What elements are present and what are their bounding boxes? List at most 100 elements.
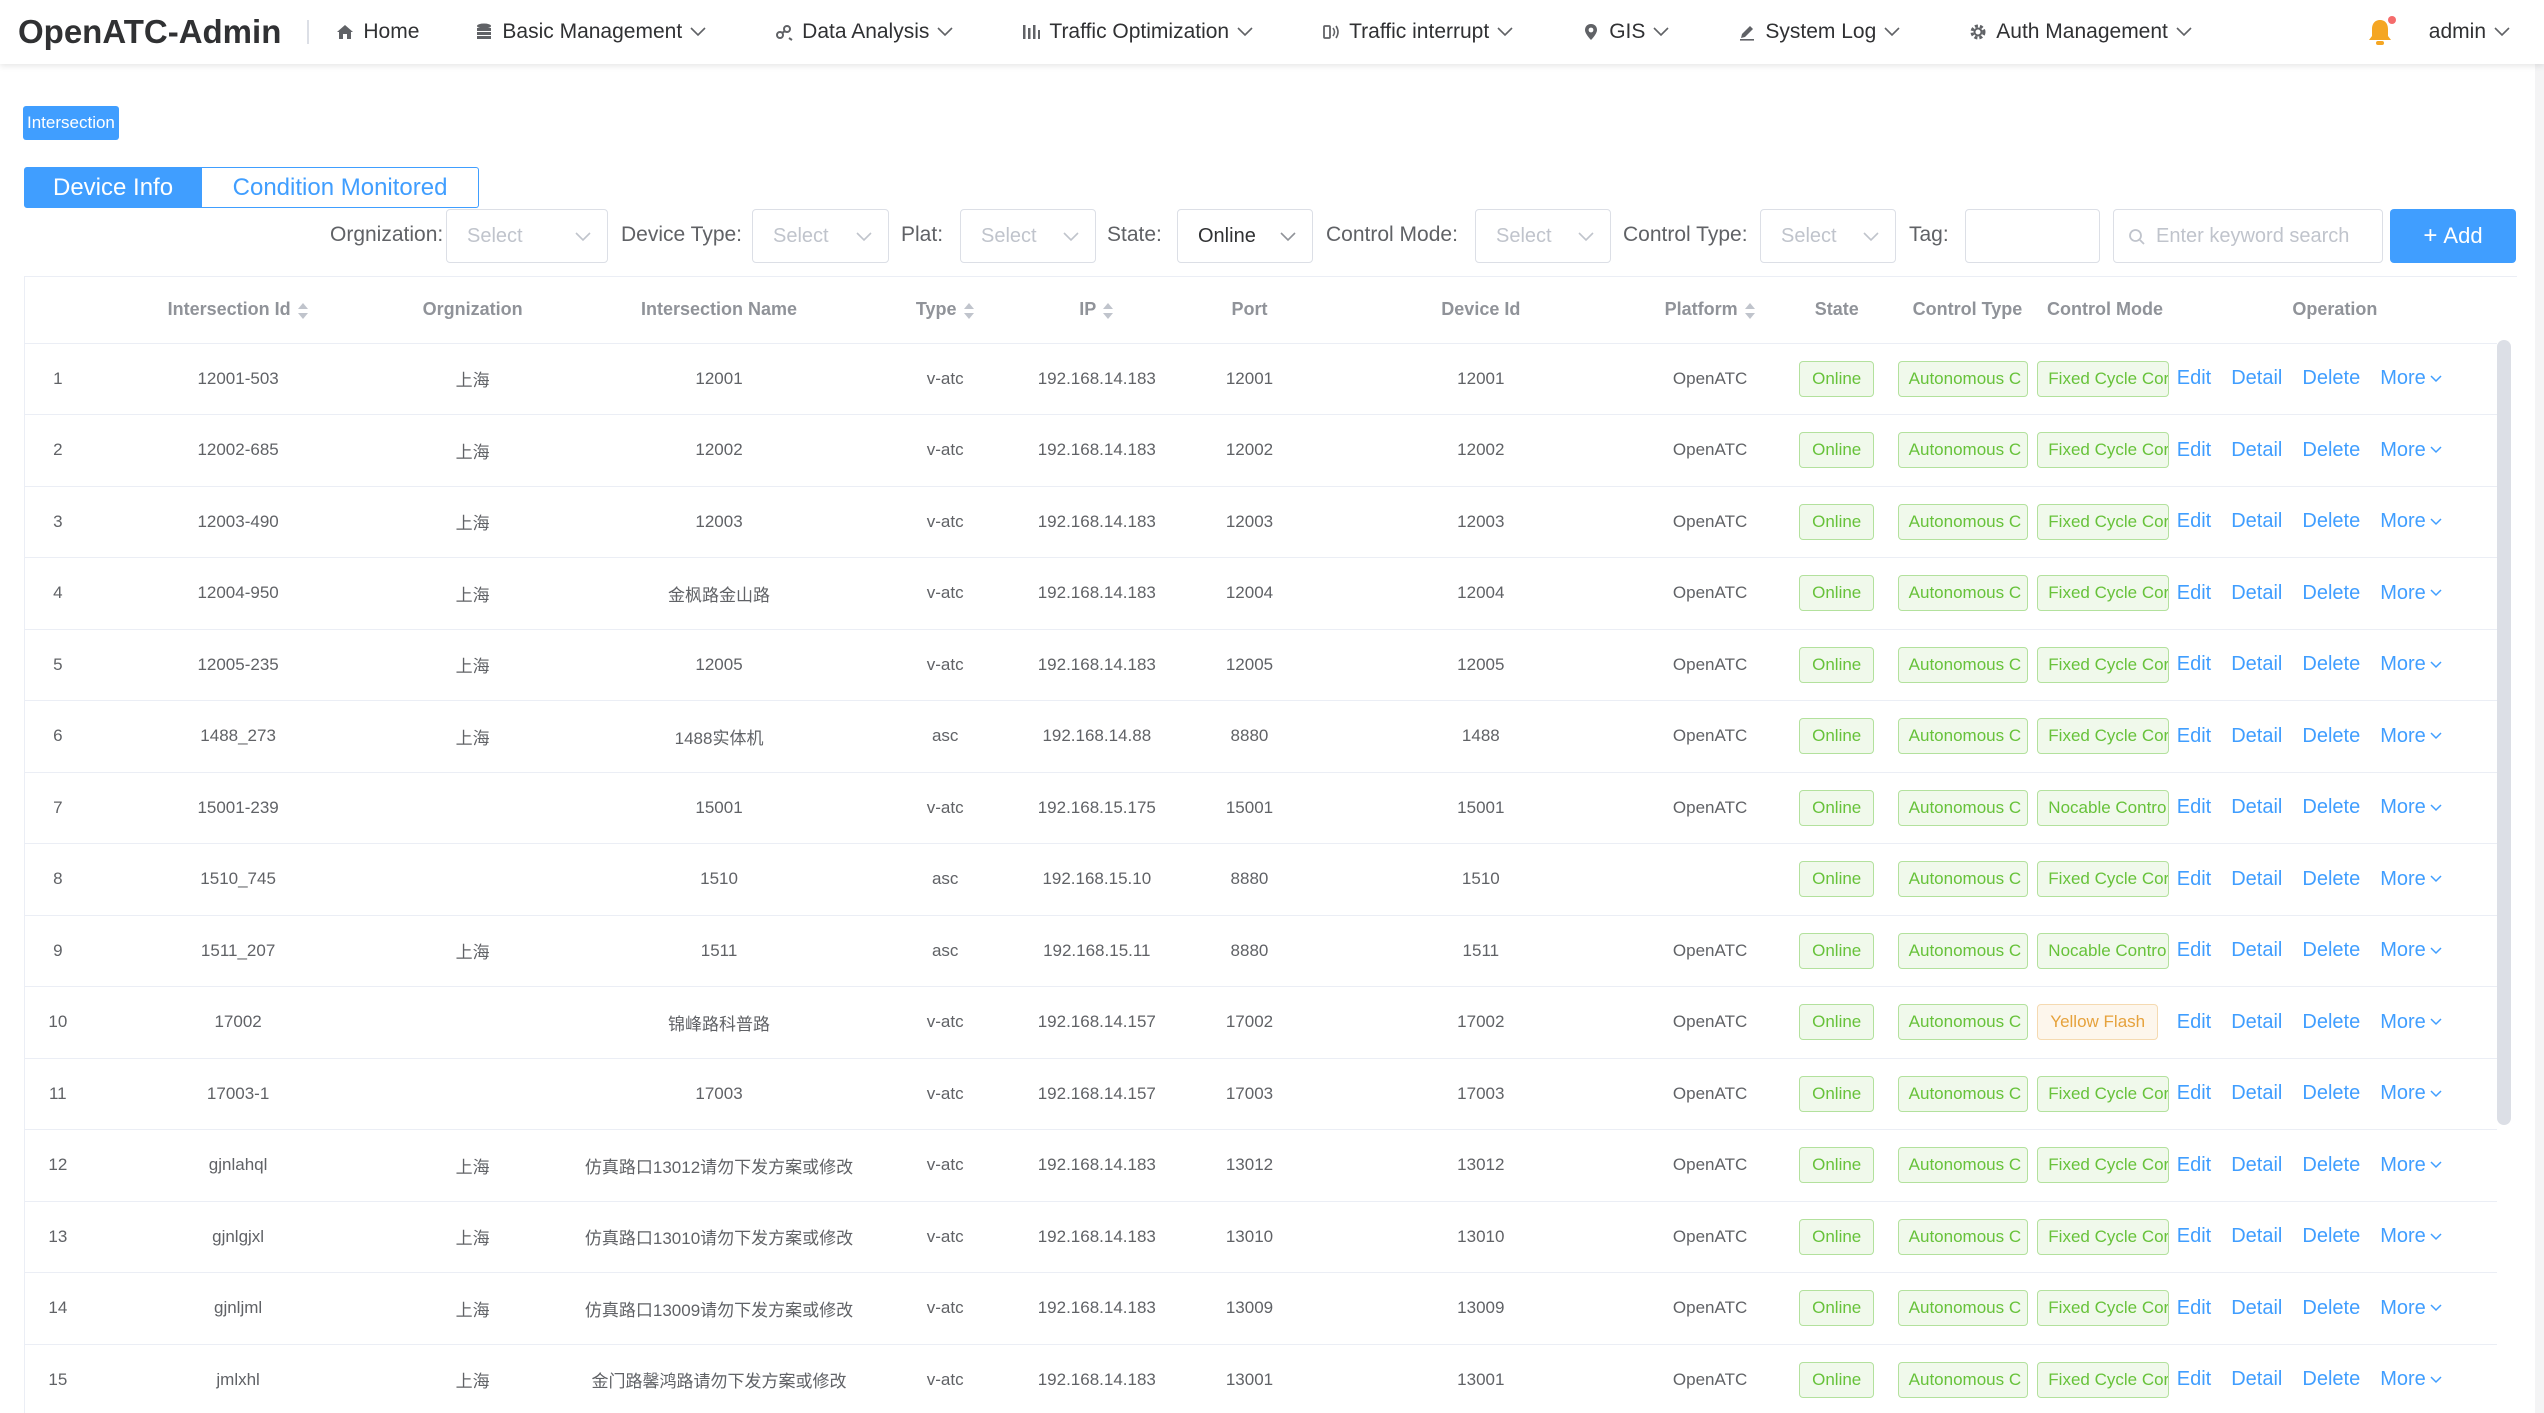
more-dropdown[interactable]: More	[2380, 653, 2442, 676]
detail-button[interactable]: Detail	[2231, 367, 2282, 390]
more-dropdown[interactable]: More	[2380, 1297, 2442, 1320]
state-badge: Online	[1799, 575, 1875, 612]
delete-button[interactable]: Delete	[2302, 439, 2360, 462]
delete-button[interactable]: Delete	[2302, 1297, 2360, 1320]
organization-select[interactable]: Select	[446, 209, 608, 263]
chevron-down-icon	[1063, 232, 1079, 242]
delete-button[interactable]: Delete	[2302, 510, 2360, 533]
more-dropdown[interactable]: More	[2380, 582, 2442, 605]
nav-traffic-interrupt[interactable]: Traffic interrupt	[1321, 20, 1513, 44]
edit-button[interactable]: Edit	[2177, 1225, 2211, 1248]
detail-button[interactable]: Detail	[2231, 1011, 2282, 1034]
detail-button[interactable]: Detail	[2231, 725, 2282, 748]
add-button[interactable]: + Add	[2390, 209, 2516, 263]
more-dropdown[interactable]: More	[2380, 725, 2442, 748]
edit-button[interactable]: Edit	[2177, 1368, 2211, 1391]
col-organization: Orgnization	[385, 277, 560, 344]
nav-home[interactable]: Home	[335, 20, 419, 44]
col-type[interactable]: Type	[878, 277, 1012, 344]
intersection-id: jmlxhl	[90, 1344, 386, 1413]
edit-button[interactable]: Edit	[2177, 1154, 2211, 1177]
notification-button[interactable]	[2363, 15, 2397, 49]
delete-button[interactable]: Delete	[2302, 1082, 2360, 1105]
tab-device-info[interactable]: Device Info	[24, 167, 203, 208]
detail-button[interactable]: Detail	[2231, 439, 2282, 462]
nav-data-analysis[interactable]: Data Analysis	[774, 20, 953, 44]
port: 13009	[1181, 1272, 1318, 1345]
nav-auth-management[interactable]: Auth Management	[1968, 20, 2192, 44]
edit-button[interactable]: Edit	[2177, 439, 2211, 462]
more-dropdown[interactable]: More	[2380, 439, 2442, 462]
edit-button[interactable]: Edit	[2177, 725, 2211, 748]
col-intersection-id[interactable]: Intersection Id	[90, 277, 386, 344]
delete-button[interactable]: Delete	[2302, 367, 2360, 390]
control-type-cell: Autonomous C	[1897, 986, 2038, 1059]
edit-button[interactable]: Edit	[2177, 1011, 2211, 1034]
col-ip[interactable]: IP	[1011, 277, 1182, 344]
delete-button[interactable]: Delete	[2302, 868, 2360, 891]
edit-button[interactable]: Edit	[2177, 510, 2211, 533]
delete-button[interactable]: Delete	[2302, 725, 2360, 748]
user-menu[interactable]: admin	[2429, 20, 2510, 44]
more-dropdown[interactable]: More	[2380, 1225, 2442, 1248]
control-mode-select[interactable]: Select	[1475, 209, 1611, 263]
more-dropdown[interactable]: More	[2380, 868, 2442, 891]
delete-button[interactable]: Delete	[2302, 653, 2360, 676]
detail-button[interactable]: Detail	[2231, 653, 2282, 676]
nav-system-log[interactable]: System Log	[1737, 20, 1900, 44]
edit-button[interactable]: Edit	[2177, 939, 2211, 962]
device-id: 12001	[1317, 343, 1645, 415]
detail-button[interactable]: Detail	[2231, 939, 2282, 962]
state-select[interactable]: Online	[1177, 209, 1313, 263]
ip-address: 192.168.14.157	[1011, 1058, 1182, 1130]
delete-button[interactable]: Delete	[2302, 1011, 2360, 1034]
nav-gis[interactable]: GIS	[1581, 20, 1669, 44]
more-dropdown[interactable]: More	[2380, 1011, 2442, 1034]
delete-button[interactable]: Delete	[2302, 1368, 2360, 1391]
more-dropdown[interactable]: More	[2380, 1082, 2442, 1105]
operation-cell: Edit Detail Delete More	[2172, 986, 2497, 1059]
nav-traffic-optimization[interactable]: Traffic Optimization	[1021, 20, 1253, 44]
more-dropdown[interactable]: More	[2380, 939, 2442, 962]
keyword-search-input[interactable]: Enter keyword search	[2113, 209, 2383, 263]
control-type-cell: Autonomous C	[1897, 700, 2038, 773]
detail-button[interactable]: Detail	[2231, 510, 2282, 533]
delete-button[interactable]: Delete	[2302, 582, 2360, 605]
nav-traffic-optimization-label: Traffic Optimization	[1049, 20, 1230, 43]
control-type-badge: Autonomous C	[1897, 789, 2028, 826]
delete-button[interactable]: Delete	[2302, 796, 2360, 819]
more-dropdown[interactable]: More	[2380, 1154, 2442, 1177]
edit-button[interactable]: Edit	[2177, 582, 2211, 605]
detail-button[interactable]: Detail	[2231, 582, 2282, 605]
table-scrollbar-thumb[interactable]	[2497, 340, 2511, 1125]
col-platform[interactable]: Platform	[1644, 277, 1776, 344]
page-scroll-track[interactable]	[2535, 64, 2544, 1413]
detail-button[interactable]: Detail	[2231, 1297, 2282, 1320]
detail-button[interactable]: Detail	[2231, 1154, 2282, 1177]
plat-select[interactable]: Select	[960, 209, 1096, 263]
detail-button[interactable]: Detail	[2231, 1082, 2282, 1105]
detail-button[interactable]: Detail	[2231, 868, 2282, 891]
edit-button[interactable]: Edit	[2177, 367, 2211, 390]
detail-button[interactable]: Detail	[2231, 796, 2282, 819]
detail-button[interactable]: Detail	[2231, 1225, 2282, 1248]
edit-button[interactable]: Edit	[2177, 653, 2211, 676]
more-dropdown[interactable]: More	[2380, 510, 2442, 533]
delete-button[interactable]: Delete	[2302, 1225, 2360, 1248]
delete-button[interactable]: Delete	[2302, 939, 2360, 962]
edit-button[interactable]: Edit	[2177, 1297, 2211, 1320]
more-dropdown[interactable]: More	[2380, 796, 2442, 819]
detail-button[interactable]: Detail	[2231, 1368, 2282, 1391]
tab-condition-monitored[interactable]: Condition Monitored	[202, 167, 480, 208]
delete-button[interactable]: Delete	[2302, 1154, 2360, 1177]
intersection-tag[interactable]: Intersection	[23, 106, 119, 140]
device-type-select[interactable]: Select	[752, 209, 889, 263]
tag-input[interactable]	[1965, 209, 2100, 263]
edit-button[interactable]: Edit	[2177, 1082, 2211, 1105]
edit-button[interactable]: Edit	[2177, 796, 2211, 819]
control-type-select[interactable]: Select	[1760, 209, 1896, 263]
more-dropdown[interactable]: More	[2380, 1368, 2442, 1391]
more-dropdown[interactable]: More	[2380, 367, 2442, 390]
edit-button[interactable]: Edit	[2177, 868, 2211, 891]
nav-basic-management[interactable]: Basic Management	[474, 20, 706, 44]
